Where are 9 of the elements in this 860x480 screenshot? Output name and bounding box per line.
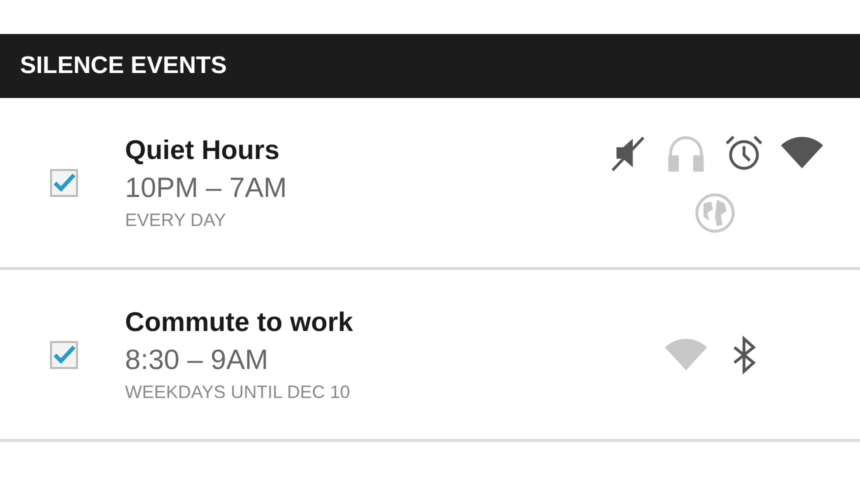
event-time: 10PM – 7AM: [125, 172, 288, 204]
section-title: SILENCE EVENTS: [20, 52, 227, 80]
checkbox[interactable]: [50, 340, 78, 368]
event-title: Commute to work: [125, 306, 354, 338]
event-title: Quiet Hours: [125, 134, 281, 166]
event-repeat: EVERY DAY: [125, 210, 228, 230]
checkbox[interactable]: [50, 168, 78, 196]
event-time: 8:30 – 9AM: [125, 344, 270, 376]
event-repeat: WEEKDAYS UNTIL DEC 10: [125, 382, 352, 402]
